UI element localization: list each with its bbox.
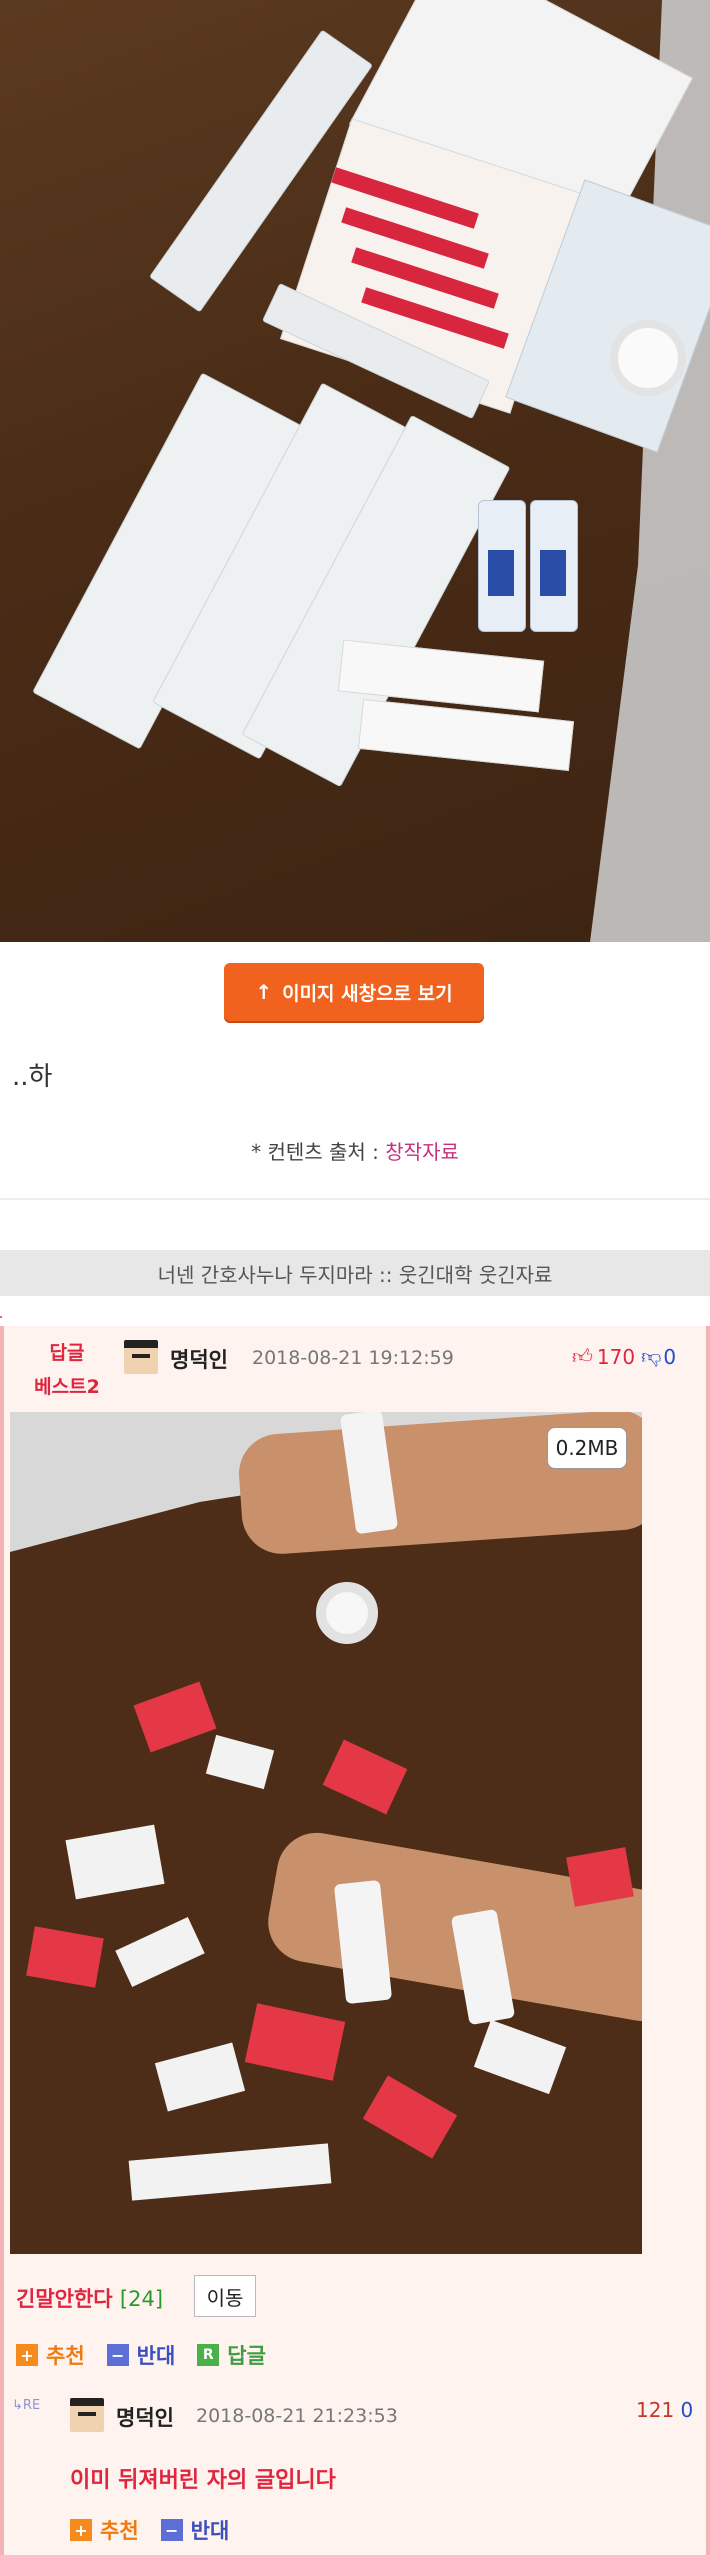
reply-button[interactable]: R 답글	[197, 2340, 266, 2370]
best-reply-badge: 답글 베스트2	[34, 1342, 100, 1398]
minus-icon: −	[106, 2344, 129, 2366]
avatar[interactable]	[70, 2398, 104, 2432]
recommend-button[interactable]: + 추천	[16, 2340, 85, 2370]
reply-votes: 👍︎ 170 👎︎ 0	[572, 1344, 676, 1369]
content-source: * 컨텐츠 출처 : 창작자료	[0, 1136, 710, 1165]
long-comment-link[interactable]: 긴말안한다 [24]	[16, 2283, 163, 2313]
upvote-count: 170	[596, 1344, 636, 1369]
reply-icon: R	[197, 2344, 220, 2366]
open-image-label: 이미지 새창으로 보기	[282, 982, 453, 1005]
reply-datetime: 2018-08-21 19:12:59	[252, 1347, 454, 1369]
source-label: * 컨텐츠 출처 :	[251, 1140, 379, 1164]
divider-mark	[0, 1316, 2, 1318]
re-indicator: ↳RE	[12, 2398, 41, 2413]
nested-reply-datetime: 2018-08-21 21:23:53	[196, 2405, 398, 2427]
nested-reply-votes: 121 0	[636, 2398, 693, 2422]
reply-image-arms-tied[interactable]	[10, 1412, 642, 2254]
reply-actions: + 추천 − 반대 R 답글	[16, 2340, 266, 2370]
nested-upvote-count: 121	[636, 2398, 675, 2422]
image-size-badge: 0.2MB	[547, 1427, 627, 1469]
arrow-up-icon: ↑	[255, 980, 273, 1004]
move-button[interactable]: 이동	[194, 2275, 256, 2317]
plus-icon: +	[70, 2519, 92, 2541]
nested-reply-actions: + 추천 − 반대	[70, 2515, 229, 2545]
source-link[interactable]: 창작자료	[385, 1140, 459, 1164]
open-image-new-window-button[interactable]: ↑ 이미지 새창으로 보기	[224, 963, 484, 1021]
nested-reply-text: 이미 뒤져버린 자의 글입니다	[70, 2468, 336, 2493]
related-post-title[interactable]: 너넨 간호사누나 두지마라 :: 웃긴대학 웃긴자료	[0, 1250, 710, 1296]
thumbs-up-icon[interactable]: 👍︎	[572, 1344, 593, 1369]
reply-author[interactable]: 명덕인	[170, 1344, 228, 1374]
oppose-button[interactable]: − 반대	[160, 2515, 229, 2545]
plus-icon: +	[16, 2344, 38, 2366]
nested-downvote-count: 0	[680, 2398, 694, 2422]
downvote-count: 0	[663, 1344, 677, 1369]
post-image-medical-supplies	[0, 0, 710, 942]
recommend-button[interactable]: + 추천	[70, 2515, 139, 2545]
nested-reply-author[interactable]: 명덕인	[116, 2402, 174, 2432]
minus-icon: −	[160, 2519, 183, 2541]
avatar[interactable]	[124, 1340, 158, 1374]
thumbs-down-icon[interactable]: 👎︎	[641, 1344, 661, 1369]
divider	[0, 1198, 710, 1200]
post-caption: ..하	[12, 1062, 53, 1092]
long-comment-count: [24]	[119, 2287, 164, 2311]
oppose-button[interactable]: − 반대	[106, 2340, 175, 2370]
